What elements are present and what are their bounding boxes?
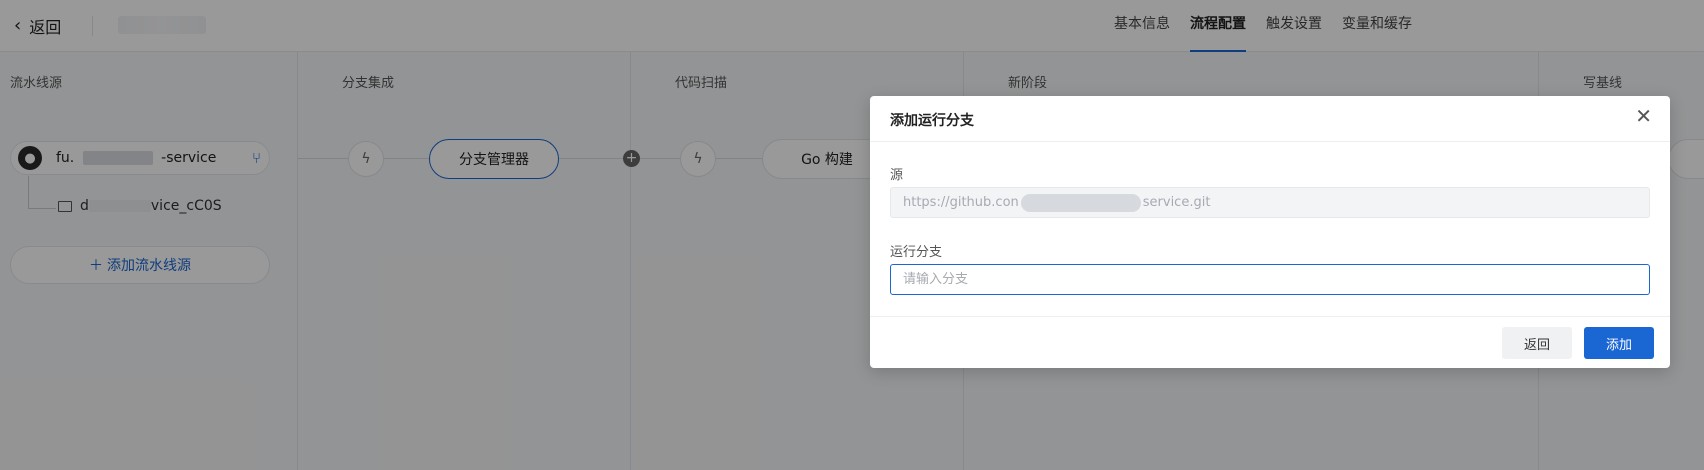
source-label: 源: [890, 168, 904, 183]
dialog-header: 添加运行分支 ✕: [870, 96, 1670, 142]
source-field: https://github.con service.git: [890, 187, 1650, 218]
add-branch-dialog: 添加运行分支 ✕ 源 https://github.con service.gi…: [870, 96, 1670, 368]
branch-label: 运行分支: [890, 245, 943, 260]
dialog-title: 添加运行分支: [890, 113, 974, 129]
dialog-footer: 返回 添加: [870, 316, 1670, 368]
close-icon[interactable]: ✕: [1635, 106, 1652, 126]
branch-input[interactable]: [890, 264, 1650, 295]
redacted-text: [1020, 193, 1141, 212]
cancel-button[interactable]: 返回: [1502, 327, 1572, 359]
add-button[interactable]: 添加: [1584, 327, 1654, 359]
